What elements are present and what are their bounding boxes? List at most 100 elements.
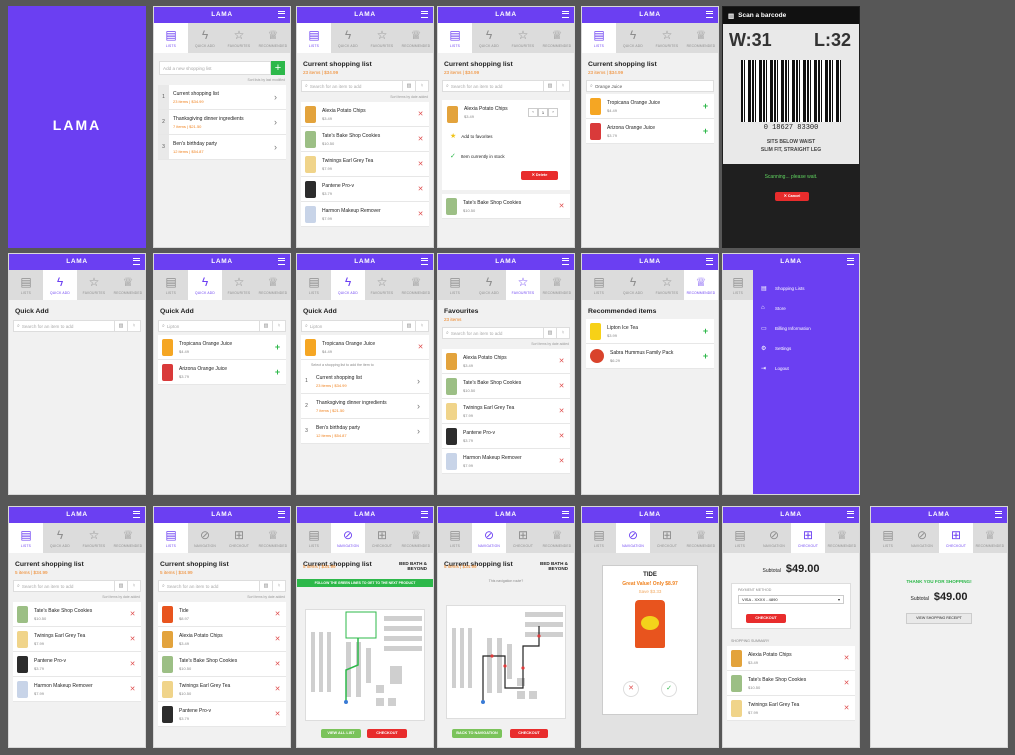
remove-icon[interactable]: ✕ <box>128 660 137 668</box>
search-input[interactable]: ⌕ Search for an item to add ▥ ♮ <box>442 80 570 92</box>
list-item[interactable]: Tate's Bake Shop Cookies $10.50 ✕ <box>727 671 855 696</box>
list-item[interactable]: Twinings Earl Grey Tea $7.99 ✕ <box>13 627 141 652</box>
tab-lists[interactable]: ▤ Lists <box>297 523 331 553</box>
decline-button[interactable]: ✕ <box>623 681 639 697</box>
tab-recommended[interactable]: ♕ Recommended <box>256 270 290 300</box>
tab-lists[interactable]: ▤ Lists <box>723 270 753 300</box>
tab-recommended[interactable]: ♕ Recommended <box>399 23 433 53</box>
barcode-icon[interactable]: ▥ <box>402 321 415 331</box>
tab-recommended[interactable]: ♕ Recommended <box>111 270 145 300</box>
list-item[interactable]: Harmon Makeup Remover $7.99 ✕ <box>442 449 570 474</box>
tab-recommended[interactable]: ♕ Recommended <box>684 23 718 53</box>
recommended-item[interactable]: Lipton Ice Tea $3.99 + <box>586 319 714 344</box>
remove-icon[interactable]: ✕ <box>416 135 425 143</box>
remove-icon[interactable]: ✕ <box>557 432 566 440</box>
menu-item-shopping-lists[interactable]: ▤ Shopping Lists <box>753 278 859 298</box>
list-item[interactable]: Pantene Pro-v $3.79 ✕ <box>13 652 141 677</box>
tab-quick-add[interactable]: ϟ Quick Add <box>616 270 650 300</box>
list-item[interactable]: 2 Thanksgiving dinner ingredients 7 items … <box>158 110 286 135</box>
tab-recommended[interactable]: ♕ Recommended <box>540 23 574 53</box>
search-input[interactable]: ⌕ Search for an item to add ▥ ♮ <box>442 327 570 339</box>
tab-quick-add[interactable]: ϟ Quick Add <box>188 23 222 53</box>
tab-checkout[interactable]: ⊞ Checkout <box>222 523 256 553</box>
payment-select[interactable]: VISA - XXXX - 4890 ▾ <box>738 595 844 604</box>
selected-item[interactable]: Tropicana Orange Juice $4.49 ✕ <box>301 335 429 360</box>
remove-icon[interactable]: ✕ <box>416 110 425 118</box>
remove-icon[interactable]: ✕ <box>128 610 137 618</box>
tab-lists[interactable]: ▤ Lists <box>9 523 43 553</box>
remove-icon[interactable]: ✕ <box>557 407 566 415</box>
search-input[interactable]: ⌕ Lipton ▥ ♮ <box>301 320 429 332</box>
tab-lists[interactable]: ▤ Lists <box>297 270 331 300</box>
list-item[interactable]: Twinings Earl Grey Tea $10.50 ✕ <box>158 677 286 702</box>
microphone-icon[interactable]: ♮ <box>272 321 285 331</box>
list-item[interactable]: Twinings Earl Grey Tea $7.99 ✕ <box>727 696 855 721</box>
delete-button[interactable]: ✕ Delete <box>521 171 558 180</box>
hamburger-icon[interactable] <box>421 511 428 518</box>
tab-quick-add[interactable]: ϟ Quick Add <box>331 270 365 300</box>
favorite-toggle[interactable]: ★ Add to favorites <box>450 132 493 140</box>
remove-icon[interactable]: ✕ <box>128 685 137 693</box>
barcode-icon[interactable]: ▥ <box>543 81 556 91</box>
remove-icon[interactable]: ✕ <box>416 210 425 218</box>
list-item[interactable]: Alexia Potato Chips $3.49 ✕ <box>442 349 570 374</box>
tab-lists[interactable]: ▤ Lists <box>582 523 616 553</box>
microphone-icon[interactable]: ♮ <box>415 81 428 91</box>
tab-recommended[interactable]: ♕ Recommended <box>973 523 1007 553</box>
tab-checkout[interactable]: ⊞ Checkout <box>939 523 973 553</box>
menu-item-logout[interactable]: ⇥ Logout <box>753 358 859 378</box>
hamburger-icon[interactable] <box>847 511 854 518</box>
barcode-icon[interactable]: ▥ <box>114 321 127 331</box>
remove-icon[interactable]: ✕ <box>273 710 282 718</box>
remove-icon[interactable]: ✕ <box>842 679 851 687</box>
remove-icon[interactable]: ✕ <box>557 202 566 210</box>
list-item[interactable]: Harmon Makeup Remover $7.99 ✕ <box>13 677 141 702</box>
microphone-icon[interactable]: ♮ <box>127 581 140 591</box>
list-item[interactable]: Harmon Makeup Remover $7.99 ✕ <box>301 202 429 227</box>
tab-quick-add[interactable]: ϟ Quick Add <box>188 270 222 300</box>
remove-icon[interactable]: ✕ <box>273 685 282 693</box>
hamburger-icon[interactable] <box>421 11 428 18</box>
list-item[interactable]: Alexia Potato Chips $3.49 ✕ <box>301 102 429 127</box>
tab-lists[interactable]: ▤ Lists <box>154 270 188 300</box>
checkout-button[interactable]: Checkout <box>510 729 548 738</box>
tab-recommended[interactable]: ♕ Recommended <box>540 270 574 300</box>
tab-lists[interactable]: ▤ Lists <box>9 270 43 300</box>
pay-button[interactable]: Checkout <box>746 614 786 623</box>
list-item[interactable]: Tate's Bake Shop Cookies $10.50 ✕ <box>158 652 286 677</box>
tab-navigation[interactable]: ⊘ Navigation <box>331 523 365 553</box>
hamburger-icon[interactable] <box>278 258 285 265</box>
tab-lists[interactable]: ▤ Lists <box>871 523 905 553</box>
list-item[interactable]: 1 Current shopping list 23 items | $34.99 › <box>158 85 286 110</box>
remove-icon[interactable]: ✕ <box>273 660 282 668</box>
hamburger-icon[interactable] <box>133 511 140 518</box>
list-option[interactable]: 2 Thanksgiving dinner ingredients 7 items … <box>301 394 429 419</box>
add-icon[interactable]: + <box>273 342 282 352</box>
decrement-button[interactable]: ‹ <box>528 108 538 117</box>
hamburger-icon[interactable] <box>562 11 569 18</box>
list-item[interactable]: Tide $8.97 ✕ <box>158 602 286 627</box>
list-item[interactable]: Pantene Pro-v $3.79 ✕ <box>442 424 570 449</box>
add-list-button[interactable]: + <box>271 61 285 75</box>
list-item[interactable]: Pantene Pro-v $3.79 ✕ <box>158 702 286 727</box>
tab-navigation[interactable]: ⊘ Navigation <box>616 523 650 553</box>
search-result[interactable]: Arizona Orange Juice $3.79 + <box>586 119 714 144</box>
menu-item-settings[interactable]: ⚙ Settings <box>753 338 859 358</box>
tab-navigation[interactable]: ⊘ Navigation <box>905 523 939 553</box>
list-item[interactable]: 3 Ben's birthday party 12 items | $54.87 › <box>158 135 286 160</box>
tab-recommended[interactable]: ♕ Recommended <box>684 523 718 553</box>
list-item[interactable]: Tate's Bake Shop Cookies $10.50 ✕ <box>301 127 429 152</box>
tab-recommended[interactable]: ♕ Recommended <box>540 523 574 553</box>
remove-icon[interactable]: ✕ <box>273 635 282 643</box>
sort-label[interactable]: Sort lists by last modified <box>154 78 286 82</box>
remove-icon[interactable]: ✕ <box>842 704 851 712</box>
tab-quick-add[interactable]: ϟ Quick Add <box>331 23 365 53</box>
tab-lists[interactable]: ▤ Lists <box>438 270 472 300</box>
tab-recommended[interactable]: ♕ Recommended <box>684 270 718 300</box>
tab-recommended[interactable]: ♕ Recommended <box>399 523 433 553</box>
hamburger-icon[interactable] <box>562 258 569 265</box>
remove-icon[interactable]: ✕ <box>416 185 425 193</box>
tab-quick-add[interactable]: ϟ Quick Add <box>43 523 77 553</box>
tab-favourites[interactable]: ☆ Favourites <box>506 270 540 300</box>
remove-icon[interactable]: ✕ <box>557 382 566 390</box>
